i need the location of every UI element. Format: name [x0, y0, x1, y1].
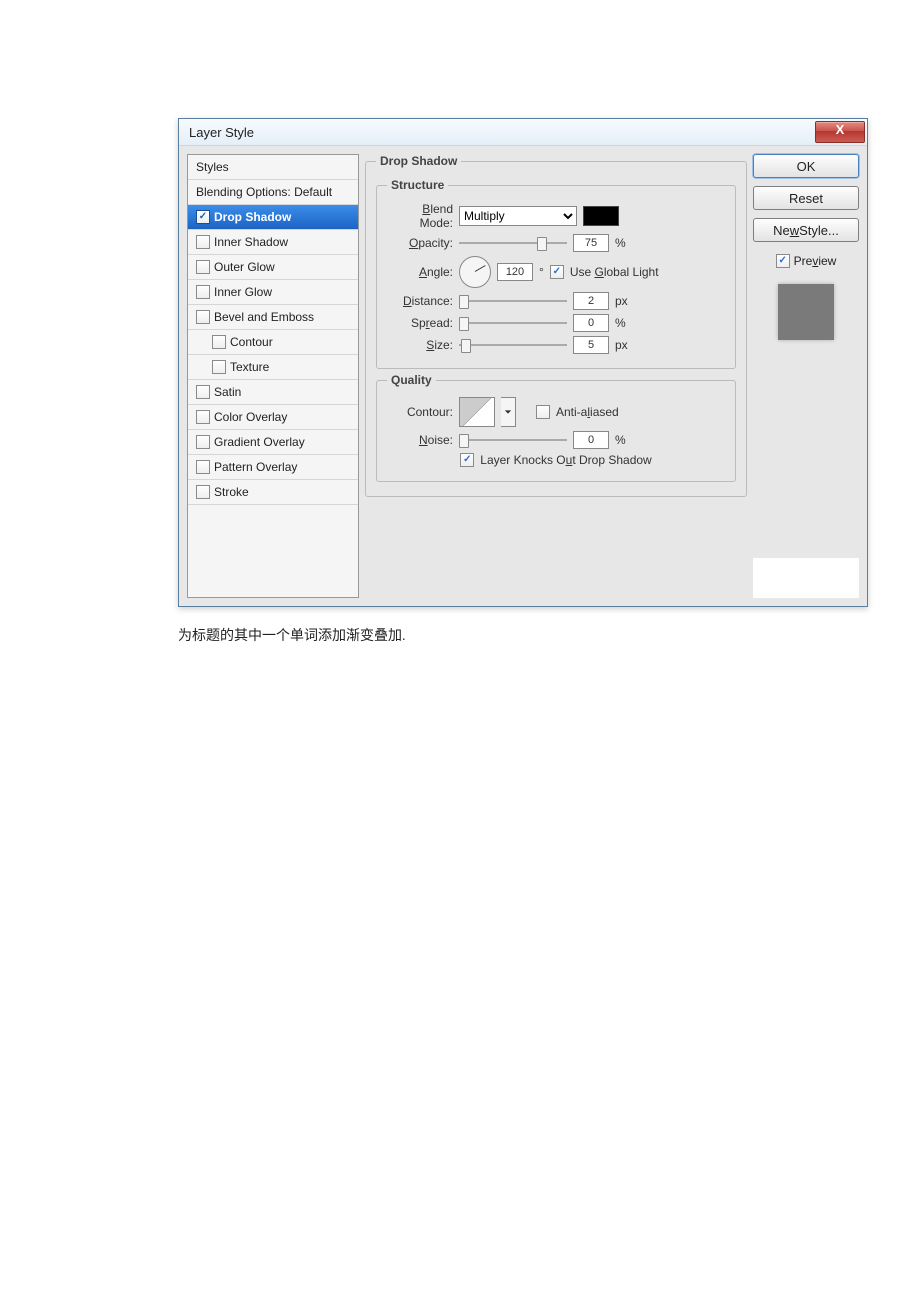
spread-input[interactable]: 0 — [573, 314, 609, 332]
checkbox-icon[interactable] — [196, 285, 210, 299]
blend-mode-select[interactable]: Multiply — [459, 206, 577, 226]
page-caption: 为标题的其中一个单词添加渐变叠加. — [178, 625, 865, 645]
white-patch — [753, 558, 859, 598]
antialias-label: Anti-aliased — [556, 405, 619, 419]
styles-header[interactable]: Styles — [188, 155, 358, 180]
checkbox-icon[interactable] — [212, 360, 226, 374]
close-button[interactable]: X — [815, 121, 865, 143]
contour-dropdown-icon[interactable] — [501, 397, 516, 427]
checkbox-icon[interactable] — [196, 210, 210, 224]
style-drop-shadow[interactable]: Drop Shadow — [188, 205, 358, 230]
style-label: Color Overlay — [214, 410, 287, 424]
angle-label: Angle: — [387, 265, 453, 279]
group-title: Drop Shadow — [376, 154, 461, 168]
size-input[interactable]: 5 — [573, 336, 609, 354]
style-bevel-emboss[interactable]: Bevel and Emboss — [188, 305, 358, 330]
ok-button[interactable]: OK — [753, 154, 859, 178]
styles-list: Styles Blending Options: Default Drop Sh… — [187, 154, 359, 598]
quality-group: Quality Contour: Anti-aliased — [376, 373, 736, 482]
angle-input[interactable]: 120 — [497, 263, 533, 281]
noise-slider[interactable] — [459, 435, 567, 445]
preview-checkbox[interactable] — [776, 254, 790, 268]
dialog-title: Layer Style — [189, 125, 254, 140]
preview-swatch — [778, 284, 834, 340]
checkbox-icon[interactable] — [212, 335, 226, 349]
checkbox-icon[interactable] — [196, 235, 210, 249]
checkbox-icon[interactable] — [196, 435, 210, 449]
angle-dial[interactable] — [459, 256, 491, 288]
shadow-color-swatch[interactable] — [583, 206, 619, 226]
structure-group: Structure Blend Mode: Multiply Opacity: — [376, 178, 736, 369]
noise-label: Noise: — [387, 433, 453, 447]
layer-style-dialog: Layer Style X Styles Blending Options: D… — [178, 118, 868, 607]
style-satin[interactable]: Satin — [188, 380, 358, 405]
titlebar[interactable]: Layer Style X — [179, 119, 867, 145]
degree-unit: ° — [539, 265, 544, 279]
knockout-label: Layer Knocks Out Drop Shadow — [480, 453, 651, 467]
style-label: Stroke — [214, 485, 249, 499]
drop-shadow-group: Drop Shadow Structure Blend Mode: Multip… — [365, 154, 747, 497]
structure-title: Structure — [387, 178, 448, 192]
style-label: Outer Glow — [214, 260, 275, 274]
style-label: Inner Shadow — [214, 235, 288, 249]
checkbox-icon[interactable] — [196, 385, 210, 399]
style-outer-glow[interactable]: Outer Glow — [188, 255, 358, 280]
style-label: Pattern Overlay — [214, 460, 297, 474]
noise-input[interactable]: 0 — [573, 431, 609, 449]
style-label: Bevel and Emboss — [214, 310, 314, 324]
blending-options-row[interactable]: Blending Options: Default — [188, 180, 358, 205]
distance-label: Distance: — [387, 294, 453, 308]
style-contour[interactable]: Contour — [188, 330, 358, 355]
antialias-checkbox[interactable] — [536, 405, 550, 419]
style-label: Satin — [214, 385, 241, 399]
spread-slider[interactable] — [459, 318, 567, 328]
style-pattern-overlay[interactable]: Pattern Overlay — [188, 455, 358, 480]
preview-label: Preview — [794, 254, 837, 268]
style-stroke[interactable]: Stroke — [188, 480, 358, 505]
global-light-label: Use Global Light — [570, 265, 659, 279]
style-inner-shadow[interactable]: Inner Shadow — [188, 230, 358, 255]
opacity-label: Opacity: — [387, 236, 453, 250]
percent-unit: % — [615, 433, 635, 447]
knockout-checkbox[interactable] — [460, 453, 474, 467]
percent-unit: % — [615, 316, 635, 330]
reset-button[interactable]: Reset — [753, 186, 859, 210]
spread-label: Spread: — [387, 316, 453, 330]
checkbox-icon[interactable] — [196, 260, 210, 274]
style-label: Inner Glow — [214, 285, 272, 299]
checkbox-icon[interactable] — [196, 460, 210, 474]
px-unit: px — [615, 294, 635, 308]
style-color-overlay[interactable]: Color Overlay — [188, 405, 358, 430]
style-inner-glow[interactable]: Inner Glow — [188, 280, 358, 305]
percent-unit: % — [615, 236, 635, 250]
size-slider[interactable] — [459, 340, 567, 350]
style-label: Texture — [230, 360, 269, 374]
checkbox-icon[interactable] — [196, 410, 210, 424]
contour-label: Contour: — [387, 405, 453, 419]
distance-input[interactable]: 2 — [573, 292, 609, 310]
style-label: Gradient Overlay — [214, 435, 305, 449]
px-unit: px — [615, 338, 635, 352]
distance-slider[interactable] — [459, 296, 567, 306]
new-style-button[interactable]: New Style... — [753, 218, 859, 242]
opacity-slider[interactable] — [459, 238, 567, 248]
settings-panel: Drop Shadow Structure Blend Mode: Multip… — [365, 154, 747, 596]
checkbox-icon[interactable] — [196, 485, 210, 499]
size-label: Size: — [387, 338, 453, 352]
checkbox-icon[interactable] — [196, 310, 210, 324]
style-gradient-overlay[interactable]: Gradient Overlay — [188, 430, 358, 455]
style-label: Drop Shadow — [214, 210, 291, 224]
dialog-buttons: OK Reset New Style... Preview — [753, 154, 859, 598]
quality-title: Quality — [387, 373, 436, 387]
opacity-input[interactable]: 75 — [573, 234, 609, 252]
style-texture[interactable]: Texture — [188, 355, 358, 380]
contour-swatch[interactable] — [459, 397, 495, 427]
global-light-checkbox[interactable] — [550, 265, 564, 279]
blend-mode-label: Blend Mode: — [387, 202, 453, 230]
style-label: Contour — [230, 335, 273, 349]
